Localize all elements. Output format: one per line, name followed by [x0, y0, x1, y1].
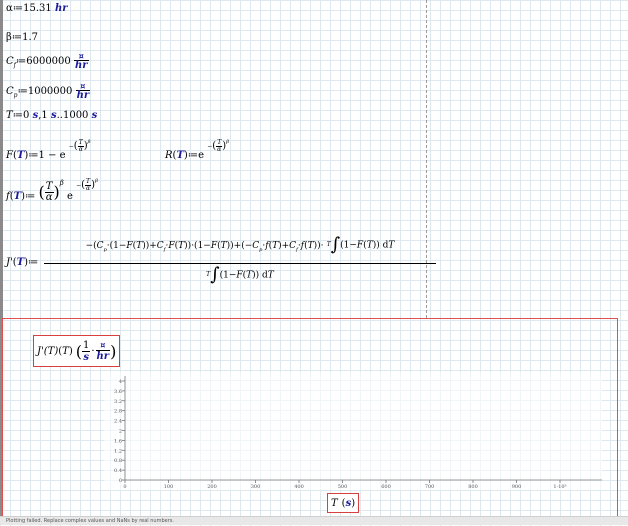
x-axis-label: T — [331, 497, 338, 509]
function-name: F — [6, 150, 13, 161]
beta-value: 1.7 — [22, 32, 39, 43]
define-operator: ≔ — [17, 86, 28, 97]
t-symbol: T — [6, 110, 13, 121]
y-axis-label: J'(T) — [37, 345, 59, 357]
currency-unit: ¤ — [80, 81, 86, 91]
cf-unit-fraction: ¤ hr — [73, 51, 89, 71]
t-range-definition[interactable]: T≔0 s,1 s..1000 s — [6, 111, 97, 121]
currency-unit: ¤ — [100, 340, 106, 350]
y-unit-denominator: s — [81, 350, 91, 363]
range-start: 0 — [23, 110, 30, 121]
cp-value: 1000000 — [27, 86, 73, 97]
f-pdf-definition[interactable]: f(T)≔ (Tα)β e −(Tα)β — [6, 174, 98, 208]
f-cdf-definition[interactable]: F(T)≔1 − e −(Tα)β — [6, 140, 91, 170]
y-unit-fraction-2: ¤ hr — [95, 340, 111, 362]
function-name: R — [165, 150, 173, 161]
function-arg: T — [16, 257, 25, 268]
define-operator: ≔ — [15, 56, 27, 67]
function-name: J' — [6, 257, 13, 268]
y-unit-numerator: 1 — [82, 339, 90, 351]
cf-value: 6000000 — [26, 56, 71, 67]
cost-denominator: T ∫(1−F(T)) dT — [206, 264, 274, 285]
cp-symbol: C — [6, 86, 14, 97]
cf-definition[interactable]: Cf≔6000000 ¤ hr — [6, 52, 89, 71]
status-message: Plotting failed. Replace complex values … — [6, 518, 174, 524]
beta-definition[interactable]: β≔1.7 — [6, 33, 38, 43]
worksheet: α≔15.31 hr β≔1.7 Cf≔6000000 ¤ hr Cp≔1000… — [0, 0, 628, 525]
cp-unit-fraction: ¤ hr — [75, 81, 91, 101]
define-operator: ≔ — [12, 110, 24, 121]
function-body: e — [198, 150, 205, 161]
function-body: e — [66, 191, 73, 202]
function-body: 1 − e — [38, 150, 66, 161]
y-unit-fraction: 1s — [81, 339, 91, 363]
function-arg: T — [13, 191, 22, 202]
seconds-unit: s — [32, 110, 39, 121]
range-end: 1000 — [62, 110, 89, 121]
cost-numerator: −(Cp·(1−F(T))+Cf·F(T))·(1−F(T))+(−Cp·f(T… — [85, 234, 395, 255]
status-bar: Plotting failed. Replace complex values … — [0, 516, 628, 525]
cf-symbol: C — [6, 56, 14, 67]
j-cost-definition[interactable]: J'(T)≔ −(Cp·(1−F(T))+Cf·F(T))·(1−F(T))+(… — [6, 236, 436, 302]
exponent: −(Tα)β — [68, 139, 91, 153]
define-operator: ≔ — [12, 3, 24, 14]
alpha-symbol: α — [6, 3, 13, 14]
r-reliability-definition[interactable]: R(T)≔e −(Tα)β — [165, 140, 229, 170]
seconds-unit: s — [50, 110, 57, 121]
hour-unit: hr — [75, 90, 91, 101]
hour-unit: hr — [95, 350, 111, 362]
seconds-unit: s — [91, 110, 98, 121]
fraction-bar — [44, 263, 436, 264]
exponent: −(Tα)β — [76, 178, 98, 192]
cp-definition[interactable]: Cp≔1000000 ¤ hr — [6, 81, 91, 101]
function-arg: T — [176, 150, 184, 161]
alpha-value: 15.31 — [23, 3, 52, 14]
range-step: 1 — [41, 110, 48, 121]
alpha-definition[interactable]: α≔15.31 hr — [6, 4, 67, 14]
exponent: −(Tα)β — [207, 139, 230, 153]
currency-unit: ¤ — [78, 51, 84, 61]
x-axis-label-box[interactable]: T (s) — [327, 493, 360, 513]
define-operator: ≔ — [11, 32, 23, 43]
y-axis-label-box[interactable]: J'(T)(T) ( 1s · ¤ hr ) — [33, 335, 121, 367]
alpha-unit: hr — [54, 3, 68, 14]
hour-unit: hr — [73, 60, 89, 71]
plot-area[interactable] — [104, 372, 602, 490]
